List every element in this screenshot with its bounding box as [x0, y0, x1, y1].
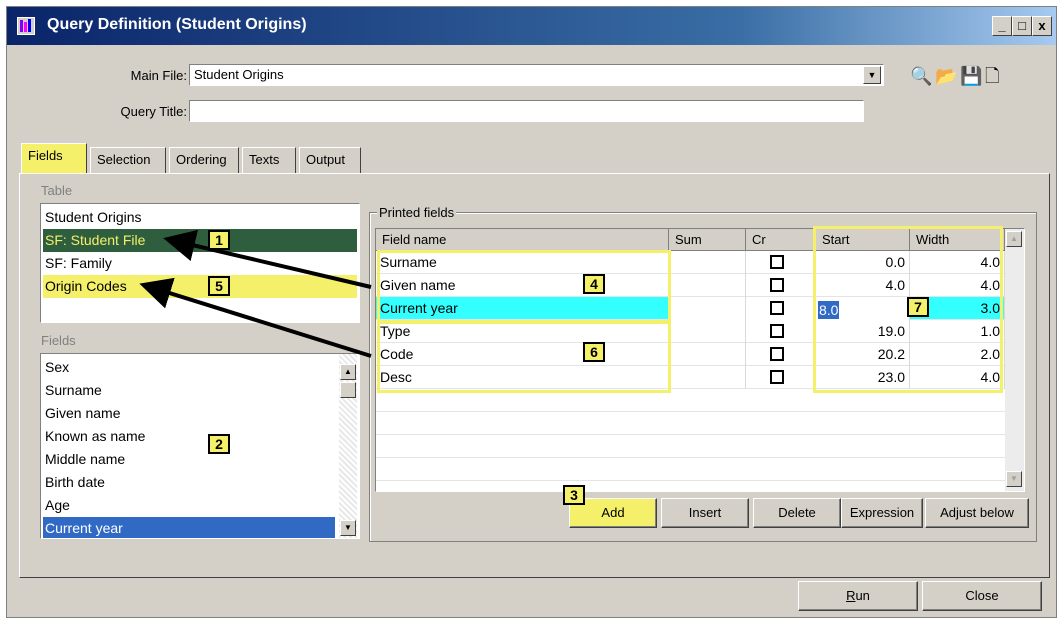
- table-item-student-origins[interactable]: Student Origins: [43, 206, 357, 229]
- minimize-button[interactable]: _: [992, 16, 1012, 36]
- cr-checkbox[interactable]: [770, 347, 784, 361]
- main-file-label: Main File:: [130, 68, 187, 83]
- title-bar[interactable]: Query Definition (Student Origins) _ □ x: [7, 7, 1056, 45]
- list-item[interactable]: Birth date: [43, 471, 335, 494]
- run-button[interactable]: Run: [798, 581, 918, 611]
- cr-checkbox[interactable]: [770, 255, 784, 269]
- table-group-label: Table: [41, 183, 73, 198]
- cr-checkbox[interactable]: [770, 370, 784, 384]
- cr-cell[interactable]: [746, 320, 816, 343]
- tab-selection[interactable]: Selection: [90, 147, 166, 174]
- column-header-field-name[interactable]: Field name: [376, 229, 669, 251]
- table-item-sf-student-file[interactable]: SF: Student File: [43, 229, 357, 252]
- tab-output[interactable]: Output: [299, 147, 361, 174]
- expression-button[interactable]: Expression: [841, 498, 923, 528]
- open-folder-icon[interactable]: 📂: [935, 65, 957, 87]
- sum-cell[interactable]: [669, 366, 746, 389]
- marker-3: 3: [563, 485, 585, 505]
- save-icon[interactable]: 💾: [960, 65, 982, 87]
- highlight-box-4: [377, 250, 671, 323]
- insert-button[interactable]: Insert: [661, 498, 749, 528]
- scroll-down-icon[interactable]: ▼: [340, 520, 356, 536]
- highlight-box-6: [377, 321, 671, 393]
- scroll-thumb[interactable]: [340, 382, 356, 398]
- table-listbox[interactable]: Student Origins SF: Student File SF: Fam…: [40, 203, 360, 323]
- sum-cell[interactable]: [669, 251, 746, 274]
- search-icon[interactable]: 🔍: [910, 65, 932, 87]
- empty-row[interactable]: [376, 412, 1005, 435]
- cr-cell[interactable]: [746, 366, 816, 389]
- marker-2: 2: [208, 434, 230, 454]
- cr-cell[interactable]: [746, 274, 816, 297]
- sum-cell[interactable]: [669, 297, 746, 320]
- marker-5: 5: [208, 276, 230, 296]
- delete-button[interactable]: Delete: [753, 498, 841, 528]
- sum-cell[interactable]: [669, 274, 746, 297]
- app-icon: [17, 17, 35, 35]
- scroll-down-icon[interactable]: ▼: [1006, 471, 1022, 487]
- tab-fields[interactable]: Fields: [21, 143, 87, 174]
- list-item[interactable]: Given name: [43, 402, 335, 425]
- cr-checkbox[interactable]: [770, 278, 784, 292]
- scroll-up-icon[interactable]: ▲: [1006, 231, 1022, 247]
- table-item-sf-family[interactable]: SF: Family: [43, 252, 357, 275]
- new-document-icon[interactable]: 🗋: [985, 65, 999, 87]
- printed-fields-label: Printed fields: [377, 205, 457, 220]
- fields-scrollbar[interactable]: ▲ ▼: [339, 354, 357, 538]
- column-header-cr[interactable]: Cr: [746, 229, 816, 251]
- grid-scrollbar[interactable]: ▲ ▼: [1005, 229, 1024, 491]
- query-definition-window: Query Definition (Student Origins) _ □ x…: [6, 6, 1057, 618]
- empty-row[interactable]: [376, 458, 1005, 481]
- marker-6: 6: [583, 342, 605, 362]
- query-title-input[interactable]: [189, 100, 864, 122]
- list-item[interactable]: Age: [43, 494, 335, 517]
- close-button[interactable]: Close: [922, 581, 1042, 611]
- cr-cell[interactable]: [746, 251, 816, 274]
- column-header-sum[interactable]: Sum: [669, 229, 746, 251]
- query-title-label: Query Title:: [120, 104, 187, 119]
- cr-cell[interactable]: [746, 297, 816, 320]
- fields-listbox[interactable]: Sex Surname Given name Known as name Mid…: [40, 353, 360, 539]
- list-item[interactable]: Surname: [43, 379, 335, 402]
- list-item[interactable]: Middle name: [43, 448, 335, 471]
- list-item[interactable]: Current year: [43, 517, 335, 538]
- cr-checkbox[interactable]: [770, 301, 784, 315]
- empty-row[interactable]: [376, 435, 1005, 458]
- sum-cell[interactable]: [669, 320, 746, 343]
- tab-texts[interactable]: Texts: [242, 147, 296, 174]
- adjust-below-button[interactable]: Adjust below: [925, 498, 1029, 528]
- list-item[interactable]: Sex: [43, 356, 335, 379]
- main-file-select[interactable]: Student Origins: [189, 64, 884, 86]
- marker-1: 1: [208, 230, 230, 250]
- chevron-down-icon[interactable]: ▼: [863, 66, 881, 84]
- sum-cell[interactable]: [669, 343, 746, 366]
- close-window-button[interactable]: x: [1032, 16, 1052, 36]
- marker-4: 4: [583, 274, 605, 294]
- window-title: Query Definition (Student Origins): [47, 16, 307, 33]
- scroll-up-icon[interactable]: ▲: [340, 364, 356, 380]
- cr-cell[interactable]: [746, 343, 816, 366]
- fields-group-label: Fields: [41, 333, 76, 348]
- marker-7: 7: [907, 297, 929, 317]
- maximize-button[interactable]: □: [1012, 16, 1032, 36]
- list-item[interactable]: Known as name: [43, 425, 335, 448]
- table-item-origin-codes[interactable]: Origin Codes: [43, 275, 357, 298]
- tab-ordering[interactable]: Ordering: [169, 147, 239, 174]
- cr-checkbox[interactable]: [770, 324, 784, 338]
